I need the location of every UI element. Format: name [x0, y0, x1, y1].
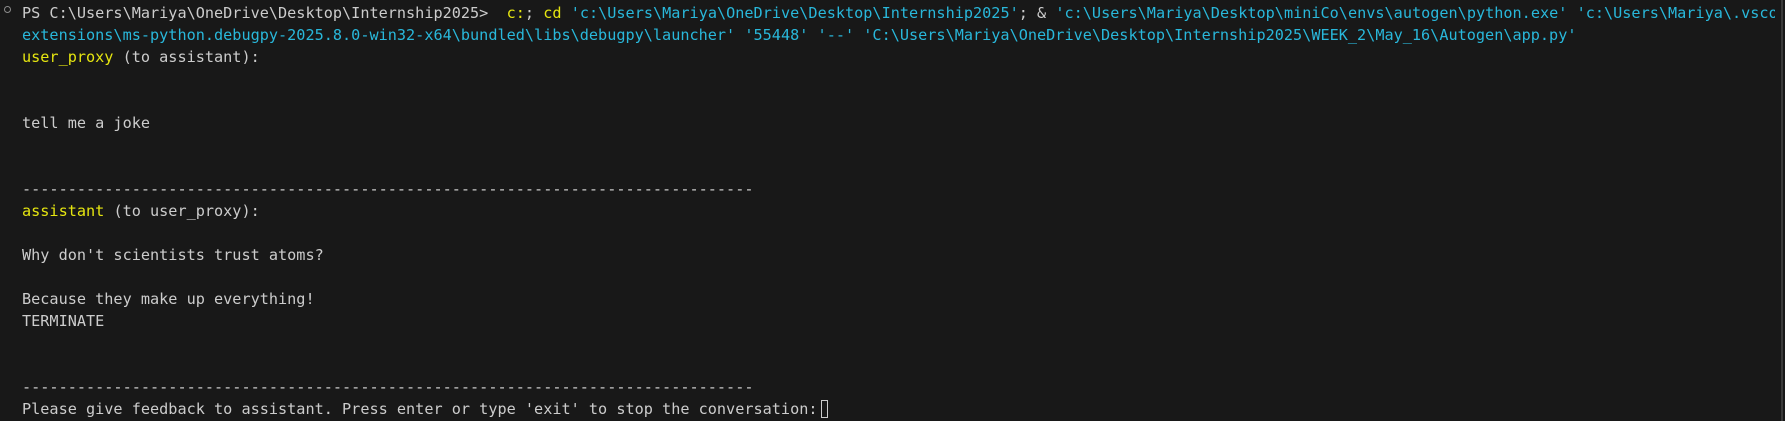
cmd-semicolon-2: ;: [1018, 4, 1028, 22]
cmd-drive: c:: [506, 4, 525, 22]
script-path: 'C:\Users\Mariya\OneDrive\Desktop\Intern…: [863, 26, 1577, 44]
terminal-scrollbar[interactable]: [1775, 0, 1785, 421]
dashdash-arg: '--': [817, 26, 855, 44]
assistant-header: assistant (to user_proxy):: [22, 200, 1785, 222]
user-header: user_proxy (to assistant):: [22, 46, 1785, 68]
assistant-header-rest: (to user_proxy):: [104, 202, 260, 220]
assistant-message-line: Why don't scientists trust atoms?: [22, 246, 324, 264]
feedback-prompt: Please give feedback to assistant. Press…: [22, 400, 818, 418]
vscode-path-start: 'c:\Users\Mariya\.vscode\: [1576, 4, 1785, 22]
cmd-semicolon: ;: [524, 4, 535, 22]
terminal-panel[interactable]: PS C:\Users\Mariya\OneDrive\Desktop\Inte…: [0, 0, 1785, 421]
assistant-role-label: assistant: [22, 202, 105, 220]
cmd-ampersand: &: [1037, 4, 1047, 22]
cd-path: 'c:\Users\Mariya\OneDrive\Desktop\Intern…: [570, 4, 1019, 22]
command-status-icon[interactable]: [4, 6, 11, 13]
assistant-terminate-line: TERMINATE: [22, 312, 105, 330]
feedback-input-line[interactable]: Please give feedback to assistant. Press…: [22, 398, 1785, 420]
assistant-message-line: Because they make up everything!: [22, 290, 315, 308]
cmd-cd: cd: [543, 4, 562, 22]
user-header-rest: (to assistant):: [113, 48, 260, 66]
command-line-1: PS C:\Users\Mariya\OneDrive\Desktop\Inte…: [22, 2, 1785, 24]
user-role-label: user_proxy: [22, 48, 114, 66]
separator-line: ----------------------------------------…: [22, 180, 754, 198]
vscode-path-end: extensions\ms-python.debugpy-2025.8.0-wi…: [22, 26, 736, 44]
port-arg: '55448': [744, 26, 809, 44]
ps-prompt: PS C:\Users\Mariya\OneDrive\Desktop\Inte…: [22, 4, 489, 22]
python-path: 'c:\Users\Mariya\Desktop\miniCo\envs\aut…: [1055, 4, 1568, 22]
text-cursor[interactable]: [820, 400, 828, 418]
user-message: tell me a joke: [22, 114, 151, 132]
scrollbar-thumb[interactable]: [1781, 0, 1783, 421]
separator-line: ----------------------------------------…: [22, 378, 754, 396]
command-line-2: extensions\ms-python.debugpy-2025.8.0-wi…: [22, 24, 1785, 46]
